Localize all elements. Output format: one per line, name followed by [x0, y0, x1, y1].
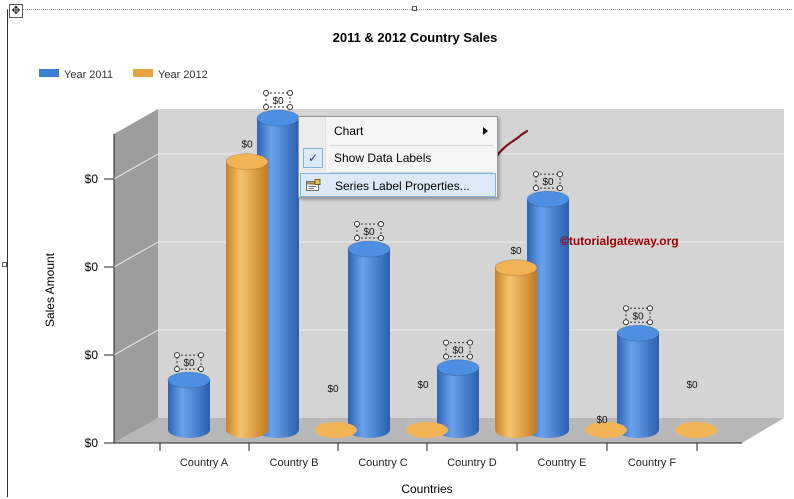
- y-axis-ticks: $0 $0 $0 $0: [85, 172, 114, 450]
- context-menu: Chart ✓ Show Data Labels Series Label Pr…: [298, 116, 498, 198]
- bar-top[interactable]: [167, 371, 211, 389]
- data-label[interactable]: $0: [510, 246, 522, 257]
- bar-top[interactable]: [256, 109, 300, 127]
- menu-item-show-data-labels-label: Show Data Labels: [334, 151, 432, 165]
- bar-body[interactable]: [168, 380, 210, 438]
- bar[interactable]: [315, 422, 357, 438]
- y-tick-label: $0: [85, 348, 99, 362]
- data-label[interactable]: $0: [686, 380, 698, 391]
- selection-handle[interactable]: [287, 104, 293, 110]
- bar[interactable]: [347, 240, 391, 438]
- data-label[interactable]: $0: [632, 311, 644, 322]
- selection-handle[interactable]: [198, 366, 204, 373]
- y-tick-label: $0: [85, 436, 99, 450]
- selection-handle[interactable]: [647, 305, 653, 312]
- data-label[interactable]: $0: [327, 384, 339, 395]
- bar-top[interactable]: [616, 324, 660, 342]
- data-label[interactable]: $0: [183, 358, 195, 369]
- bar-top[interactable]: [315, 422, 357, 438]
- bar-body[interactable]: [226, 161, 268, 438]
- chart[interactable]: 2011 & 2012 Country Sales Year 2011 Year…: [0, 0, 794, 499]
- x-tick-label: Country A: [180, 457, 229, 469]
- bar-top[interactable]: [494, 259, 538, 277]
- x-tick-label: Country E: [538, 457, 587, 469]
- bar-top[interactable]: [406, 422, 448, 438]
- menu-item-chart-label: Chart: [334, 124, 364, 138]
- selection-handle[interactable]: [378, 221, 384, 228]
- legend-swatch-year-2012: [133, 69, 153, 77]
- selection-handle[interactable]: [443, 353, 449, 360]
- selection-handle[interactable]: [378, 235, 384, 242]
- selection-handle[interactable]: [263, 104, 269, 110]
- left-wall: [114, 109, 158, 443]
- selection-handle[interactable]: [263, 90, 269, 96]
- legend-swatch-year-2011: [39, 69, 59, 77]
- selection-handle[interactable]: [174, 352, 180, 359]
- data-label[interactable]: $0: [241, 140, 253, 151]
- watermark-text: ©tutorialgateway.org: [560, 234, 679, 248]
- selection-handle[interactable]: [354, 221, 360, 228]
- selection-handle[interactable]: [287, 90, 293, 96]
- selection-handle[interactable]: [557, 171, 563, 178]
- selection-handle[interactable]: [443, 339, 449, 346]
- bar[interactable]: [675, 422, 717, 438]
- y-axis-title: Sales Amount: [43, 252, 57, 327]
- chevron-right-icon: [483, 127, 488, 135]
- x-axis-title: Countries: [401, 482, 452, 496]
- bar-top[interactable]: [675, 422, 717, 438]
- x-tick-label: Country D: [447, 457, 497, 469]
- selection-handle[interactable]: [533, 171, 539, 178]
- data-label[interactable]: $0: [542, 177, 554, 188]
- x-tick-label: Country B: [270, 457, 319, 469]
- properties-icon: [306, 179, 321, 191]
- selection-handle[interactable]: [533, 185, 539, 192]
- data-label[interactable]: $0: [596, 415, 608, 426]
- bar-body[interactable]: [495, 267, 537, 438]
- checkmark-icon: ✓: [303, 148, 323, 168]
- bar[interactable]: [494, 259, 538, 438]
- y-tick-label: $0: [85, 260, 99, 274]
- menu-item-series-label-properties[interactable]: Series Label Properties...: [300, 173, 496, 197]
- selection-handle[interactable]: [647, 319, 653, 326]
- x-tick-label: Country C: [358, 457, 408, 469]
- bar[interactable]: [406, 422, 448, 438]
- bar-body[interactable]: [617, 333, 659, 438]
- menu-item-show-data-labels[interactable]: ✓ Show Data Labels: [300, 146, 496, 170]
- data-label[interactable]: $0: [452, 346, 464, 357]
- x-tick-label: Country F: [628, 457, 677, 469]
- selection-handle[interactable]: [467, 339, 473, 346]
- selection-handle[interactable]: [354, 235, 360, 242]
- bar-top[interactable]: [526, 190, 570, 208]
- chart-title: 2011 & 2012 Country Sales: [333, 30, 498, 45]
- selection-handle[interactable]: [623, 319, 629, 326]
- legend: Year 2011 Year 2012: [39, 69, 208, 81]
- selection-handle[interactable]: [467, 353, 473, 360]
- bar[interactable]: [167, 371, 211, 438]
- selection-handle[interactable]: [174, 366, 180, 373]
- data-label[interactable]: $0: [363, 227, 375, 238]
- data-label[interactable]: $0: [417, 380, 429, 391]
- bar[interactable]: [616, 324, 660, 438]
- bar-top[interactable]: [436, 359, 480, 377]
- selection-handle[interactable]: [198, 352, 204, 359]
- bar-top[interactable]: [225, 153, 269, 171]
- legend-label-year-2011: Year 2011: [64, 69, 113, 81]
- selection-handle[interactable]: [557, 185, 563, 192]
- y-tick-label: $0: [85, 172, 99, 186]
- bar[interactable]: [225, 153, 269, 438]
- x-axis-ticks: Country A Country B Country C Country D Coun…: [159, 443, 698, 469]
- legend-label-year-2012: Year 2012: [158, 69, 208, 81]
- bar-body[interactable]: [348, 249, 390, 438]
- selection-handle[interactable]: [623, 305, 629, 312]
- bar-top[interactable]: [347, 240, 391, 258]
- data-label[interactable]: $0: [272, 96, 284, 107]
- menu-item-chart[interactable]: Chart: [300, 119, 496, 143]
- menu-item-series-label-properties-label: Series Label Properties...: [335, 179, 470, 193]
